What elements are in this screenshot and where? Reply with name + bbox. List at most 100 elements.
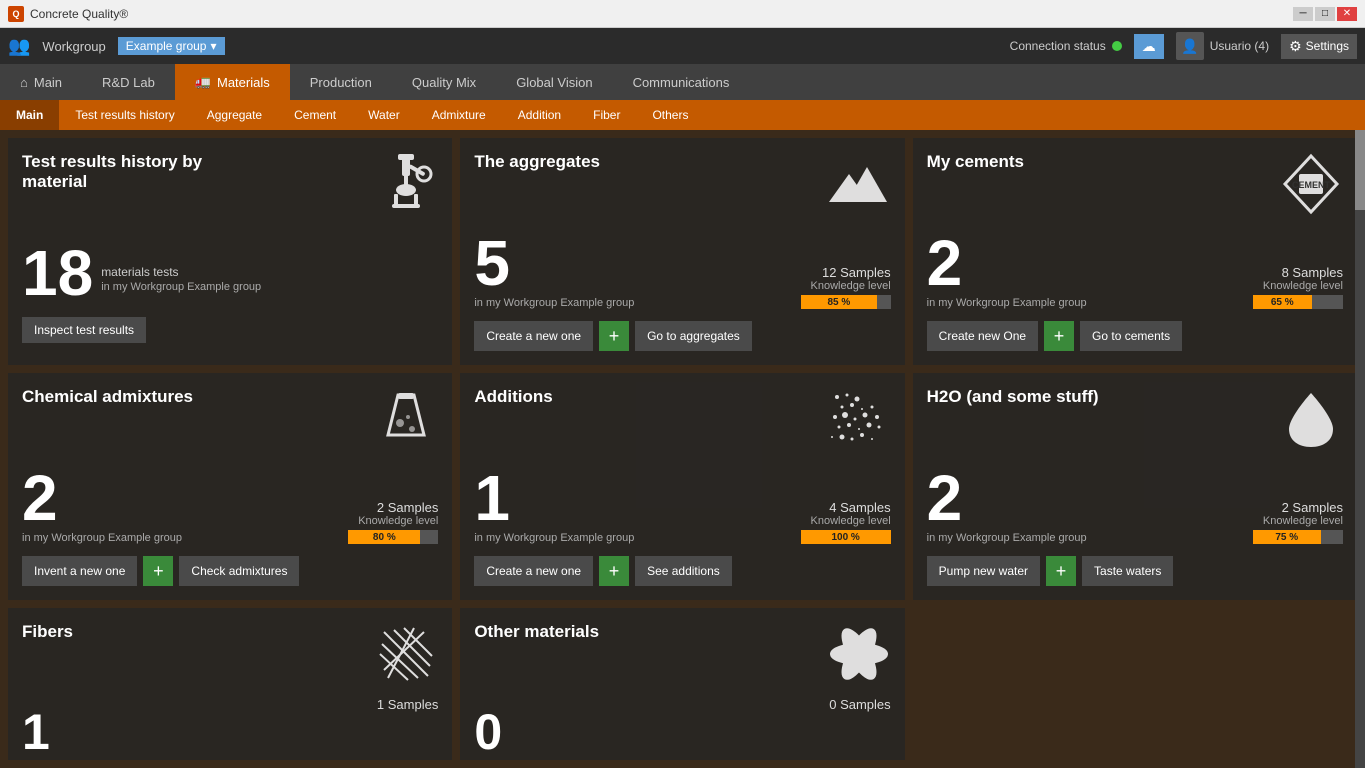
create-cement-button[interactable]: Create new One xyxy=(927,321,1038,351)
add-aggregate-button[interactable]: + xyxy=(599,321,629,351)
scrollbar-thumb[interactable] xyxy=(1355,130,1365,210)
card-aggregates: The aggregates 5 in my Workgroup Example… xyxy=(460,138,904,365)
water-actions: Pump new water + Taste waters xyxy=(927,556,1343,586)
admixtures-count: 2 xyxy=(22,462,58,534)
add-water-button[interactable]: + xyxy=(1046,556,1076,586)
nav-item-comms[interactable]: Communications xyxy=(613,64,750,100)
water-count: 2 xyxy=(927,462,963,534)
main-nav: ⌂ Main R&D Lab 🚛 Materials Production Qu… xyxy=(0,64,1365,100)
sub-item-aggregate[interactable]: Aggregate xyxy=(191,100,278,130)
card-water-header: H2O (and some stuff) xyxy=(927,387,1343,456)
sub-item-addition[interactable]: Addition xyxy=(502,100,577,130)
mountains-icon xyxy=(827,152,891,221)
particles-icon xyxy=(827,387,891,456)
card-admixtures: Chemical admixtures 2 in my Workgroup Ex… xyxy=(8,373,452,600)
maximize-button[interactable]: □ xyxy=(1315,7,1335,21)
add-admixture-button[interactable]: + xyxy=(143,556,173,586)
test-results-workgroup: in my Workgroup Example group xyxy=(101,281,261,293)
window-controls[interactable]: ─ □ ✕ xyxy=(1293,7,1357,21)
fibers-samples-area: 1 Samples xyxy=(377,697,438,712)
cloud-button[interactable]: ☁ xyxy=(1134,34,1164,59)
admixtures-actions: Invent a new one + Check admixtures xyxy=(22,556,438,586)
aggregates-samples-area: 12 Samples Knowledge level 85 % xyxy=(801,265,891,309)
create-aggregate-button[interactable]: Create a new one xyxy=(474,321,593,351)
nav-item-rnd[interactable]: R&D Lab xyxy=(82,64,175,100)
goto-cements-button[interactable]: Go to cements xyxy=(1080,321,1182,351)
sub-item-history[interactable]: Test results history xyxy=(59,100,190,130)
truck-icon: 🚛 xyxy=(195,74,211,90)
goto-aggregates-button[interactable]: Go to aggregates xyxy=(635,321,752,351)
sub-item-others[interactable]: Others xyxy=(636,100,704,130)
settings-button[interactable]: ⚙ Settings xyxy=(1281,34,1357,59)
aggregates-actions: Create a new one + Go to aggregates xyxy=(474,321,890,351)
card-test-results-title: Test results history by material xyxy=(22,152,222,193)
close-button[interactable]: ✕ xyxy=(1337,7,1357,21)
workgroup-icon: 👥 xyxy=(8,36,30,57)
workgroup-select[interactable]: Example group ▾ xyxy=(118,37,225,55)
sub-item-water[interactable]: Water xyxy=(352,100,416,130)
inspect-test-results-button[interactable]: Inspect test results xyxy=(22,317,146,343)
additions-knowledge-label: Knowledge level xyxy=(801,515,891,527)
additions-samples-count: 4 Samples xyxy=(801,500,891,515)
sub-nav: Main Test results history Aggregate Ceme… xyxy=(0,100,1365,130)
pump-water-button[interactable]: Pump new water xyxy=(927,556,1040,586)
other-materials-samples-count: 0 Samples xyxy=(829,697,890,712)
sub-item-main[interactable]: Main xyxy=(0,100,59,130)
additions-knowledge-bar: 100 % xyxy=(801,530,891,544)
card-aggregates-header: The aggregates xyxy=(474,152,890,221)
connection-status: Connection status xyxy=(1010,39,1122,53)
card-additions-title: Additions xyxy=(474,387,552,407)
create-addition-button[interactable]: Create a new one xyxy=(474,556,593,586)
card-cements: My cements CEMENT 2 in my Workgroup Exam… xyxy=(913,138,1357,365)
add-addition-button[interactable]: + xyxy=(599,556,629,586)
nav-item-production[interactable]: Production xyxy=(290,64,392,100)
nav-item-main[interactable]: ⌂ Main xyxy=(0,64,82,100)
nav-item-global[interactable]: Global Vision xyxy=(496,64,612,100)
card-other-materials: Other materials 0 0 Samples xyxy=(460,608,904,760)
aggregates-knowledge-bar: 85 % xyxy=(801,295,878,309)
admixtures-samples-area: 2 Samples Knowledge level 80 % xyxy=(348,500,438,544)
scrollbar-track[interactable] xyxy=(1355,130,1365,768)
add-cement-button[interactable]: + xyxy=(1044,321,1074,351)
nav-item-materials[interactable]: 🚛 Materials xyxy=(175,64,290,100)
invent-admixture-button[interactable]: Invent a new one xyxy=(22,556,137,586)
additions-knowledge-bar-bg: 100 % xyxy=(801,530,891,544)
nav-item-quality[interactable]: Quality Mix xyxy=(392,64,496,100)
sub-item-cement[interactable]: Cement xyxy=(278,100,352,130)
admixtures-knowledge-label: Knowledge level xyxy=(348,515,438,527)
minimize-button[interactable]: ─ xyxy=(1293,7,1313,21)
aggregates-count: 5 xyxy=(474,227,510,299)
cements-knowledge-bar: 65 % xyxy=(1253,295,1312,309)
admixtures-samples-count: 2 Samples xyxy=(348,500,438,515)
card-other-materials-header: Other materials xyxy=(474,622,890,691)
app-icon: Q xyxy=(8,6,24,22)
taste-waters-button[interactable]: Taste waters xyxy=(1082,556,1173,586)
admixtures-knowledge-bar: 80 % xyxy=(348,530,420,544)
admixtures-knowledge-bar-bg: 80 % xyxy=(348,530,438,544)
aggregates-samples-count: 12 Samples xyxy=(801,265,891,280)
sub-item-fiber[interactable]: Fiber xyxy=(577,100,636,130)
card-aggregates-title: The aggregates xyxy=(474,152,600,172)
title-bar: Q Concrete Quality® ─ □ ✕ xyxy=(0,0,1365,28)
check-admixtures-button[interactable]: Check admixtures xyxy=(179,556,299,586)
other-materials-samples-area: 0 Samples xyxy=(829,697,890,712)
cements-actions: Create new One + Go to cements xyxy=(927,321,1343,351)
cements-samples-count: 8 Samples xyxy=(1253,265,1343,280)
card-admixtures-header: Chemical admixtures xyxy=(22,387,438,456)
atom-icon xyxy=(827,622,891,691)
water-drop-icon xyxy=(1279,387,1343,456)
additions-actions: Create a new one + See additions xyxy=(474,556,890,586)
water-knowledge-label: Knowledge level xyxy=(1253,515,1343,527)
svg-text:CEMENT: CEMENT xyxy=(1292,180,1331,190)
card-fibers: Fibers 1 1 Samples xyxy=(8,608,452,760)
cements-workgroup: in my Workgroup Example group xyxy=(927,297,1087,309)
sub-item-admixture[interactable]: Admixture xyxy=(416,100,502,130)
admixtures-workgroup: in my Workgroup Example group xyxy=(22,532,182,544)
see-additions-button[interactable]: See additions xyxy=(635,556,732,586)
test-results-count: 18 xyxy=(22,241,93,305)
microscope-icon xyxy=(374,152,438,221)
card-additions-header: Additions xyxy=(474,387,890,456)
content-area: Test results history by material xyxy=(0,130,1365,768)
settings-icon: ⚙ xyxy=(1289,38,1302,55)
card-additions: Additions 1 in my Workgroup Example grou… xyxy=(460,373,904,600)
